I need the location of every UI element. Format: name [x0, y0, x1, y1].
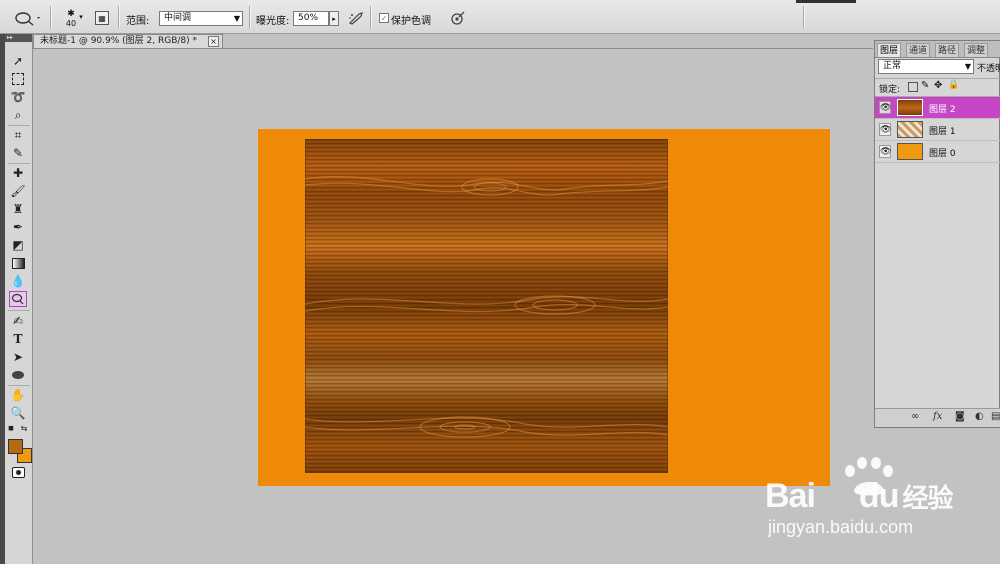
quick-selection-tool-icon[interactable]: ⌕ — [9, 107, 27, 123]
window-frame-edge — [796, 0, 856, 3]
opacity-label: 不透明 — [977, 64, 1000, 74]
brush-dropdown-arrow-icon[interactable]: ▾ — [78, 13, 84, 21]
tab-adjustments[interactable]: 调整 — [964, 43, 989, 57]
document-tab[interactable]: 未标题-1 @ 90.9% (图层 2, RGB/8) * × — [33, 34, 223, 48]
range-label: 范围: — [126, 16, 150, 27]
lasso-tool-icon[interactable]: ➰ — [9, 89, 27, 105]
swap-colors-icon[interactable]: ⇆ — [19, 423, 29, 433]
gradient-tool-icon[interactable] — [9, 255, 27, 271]
hand-tool-icon[interactable]: ✋ — [9, 387, 27, 403]
eraser-tool-icon[interactable]: ◩ — [9, 237, 27, 253]
wood-texture-layer — [305, 139, 668, 473]
layers-panel: 图层 通道 路径 调整 正常 ▼ 不透明 锁定: ✎ ✥ 🔒 👁 图层 2 👁 … — [874, 40, 1000, 428]
exposure-input[interactable]: 50% — [293, 11, 329, 26]
protect-tones-checkbox[interactable]: ✓ — [379, 13, 389, 23]
adjustment-layer-icon[interactable]: ◐ — [975, 411, 984, 422]
blur-tool-icon[interactable]: 💧 — [9, 273, 27, 289]
new-layer-icon[interactable]: ▤ — [991, 411, 1000, 422]
exposure-slider-button[interactable]: ▸ — [329, 11, 339, 26]
toolbox-grip-icon[interactable]: ▸▸ — [5, 34, 32, 42]
tab-channels[interactable]: 通道 — [906, 43, 931, 57]
watermark-url: jingyan.baidu.com — [768, 517, 914, 537]
history-brush-tool-icon[interactable]: ✒ — [9, 219, 27, 235]
watermark-brand-cn: 经验 — [902, 483, 953, 513]
layer-name: 图层 1 — [929, 127, 956, 137]
fx-icon[interactable]: fx — [933, 411, 942, 422]
clone-stamp-tool-icon[interactable]: ♜ — [9, 201, 27, 217]
tab-layers[interactable]: 图层 — [877, 43, 902, 57]
options-bar: ✱ 40 ▾ ▦ 范围: 中间调 ▼ 曝光度: 50% ▸ ✓ 保护色调 — [0, 0, 1000, 34]
healing-brush-tool-icon[interactable]: ✚ — [9, 165, 27, 181]
layer-row-1[interactable]: 👁 图层 1 — [875, 119, 1000, 141]
watermark-brand-du: du — [858, 477, 900, 515]
tab-paths[interactable]: 路径 — [935, 43, 960, 57]
layer-row-0[interactable]: 👁 图层 0 — [875, 141, 1000, 163]
wood-grain-pattern — [305, 176, 668, 438]
zoom-tool-icon[interactable]: 🔍 — [9, 405, 27, 421]
foreground-color-swatch[interactable] — [8, 439, 23, 454]
protect-tones-label: 保护色调 — [391, 16, 431, 27]
range-select[interactable]: 中间调 ▼ — [159, 11, 243, 26]
lock-pixels-icon[interactable]: ✎ — [921, 80, 929, 91]
toolbox: ▸▸ ➚ ➰ ⌕ ⌗ ✎ ✚ 🖌 ♜ ✒ ◩ 💧 ✍ T ➤ ✋ 🔍 ◼ ⇆ — [5, 34, 33, 564]
panel-divider — [875, 78, 1000, 79]
crop-tool-icon[interactable]: ⌗ — [9, 127, 27, 143]
pressure-size-icon[interactable] — [449, 9, 467, 27]
link-layers-icon[interactable]: ∞ — [911, 411, 919, 422]
blend-mode-select[interactable]: 正常 ▼ — [878, 59, 974, 74]
lock-label: 锁定: — [879, 85, 901, 95]
layer-name: 图层 2 — [929, 105, 956, 115]
move-tool-icon[interactable]: ➚ — [9, 53, 27, 69]
lock-all-icon[interactable]: 🔒 — [948, 80, 959, 90]
chevron-down-icon: ▼ — [233, 14, 240, 23]
document-tab-title: 未标题-1 @ 90.9% (图层 2, RGB/8) * — [40, 36, 197, 46]
exposure-label: 曝光度: — [256, 16, 290, 27]
eye-icon[interactable]: 👁 — [879, 101, 891, 114]
layer-row-2[interactable]: 👁 图层 2 — [875, 97, 1000, 119]
airbrush-icon[interactable] — [347, 10, 365, 26]
brush-panel-toggle-icon[interactable]: ▦ — [95, 11, 109, 25]
quick-mask-icon[interactable] — [9, 464, 27, 480]
layer-name: 图层 0 — [929, 149, 956, 159]
brush-tool-icon[interactable]: 🖌 — [9, 183, 27, 199]
dodge-tool-icon — [15, 12, 40, 26]
eyedropper-tool-icon[interactable]: ✎ — [9, 145, 27, 161]
type-tool-icon[interactable]: T — [9, 331, 27, 347]
eye-icon[interactable]: 👁 — [879, 123, 891, 136]
eye-icon[interactable]: 👁 — [879, 145, 891, 158]
chevron-down-icon: ▼ — [964, 62, 971, 71]
shape-tool-icon[interactable] — [9, 367, 27, 383]
lock-transparency-icon[interactable] — [908, 82, 918, 92]
marquee-tool-icon[interactable] — [9, 71, 27, 87]
close-icon[interactable]: × — [208, 36, 219, 47]
path-selection-tool-icon[interactable]: ➤ — [9, 349, 27, 365]
tool-preset-picker[interactable] — [12, 8, 44, 28]
layer-thumbnail — [897, 143, 923, 160]
default-colors-icon[interactable]: ◼ — [6, 423, 16, 433]
lock-position-icon[interactable]: ✥ — [934, 80, 942, 91]
blend-mode-value: 正常 — [883, 61, 902, 71]
dodge-tool-icon[interactable] — [9, 291, 27, 307]
panel-footer: ∞ fx ◙ ◐ ▤ — [875, 408, 1000, 427]
add-mask-icon[interactable]: ◙ — [955, 411, 965, 422]
layer-thumbnail — [897, 121, 923, 138]
baidu-watermark: Bai du 经验 jingyan.baidu.com — [760, 455, 1000, 545]
pen-tool-icon[interactable]: ✍ — [9, 313, 27, 329]
layer-thumbnail — [897, 99, 923, 116]
range-select-value: 中间调 — [164, 13, 192, 23]
brush-dot-icon: ✱ — [67, 8, 75, 19]
exposure-value: 50% — [298, 13, 319, 23]
tab-divider — [33, 48, 873, 49]
watermark-brand-bai: Bai — [765, 477, 816, 515]
panel-tabs: 图层 通道 路径 调整 — [875, 41, 1000, 58]
brush-size-value: 40 — [65, 18, 77, 28]
